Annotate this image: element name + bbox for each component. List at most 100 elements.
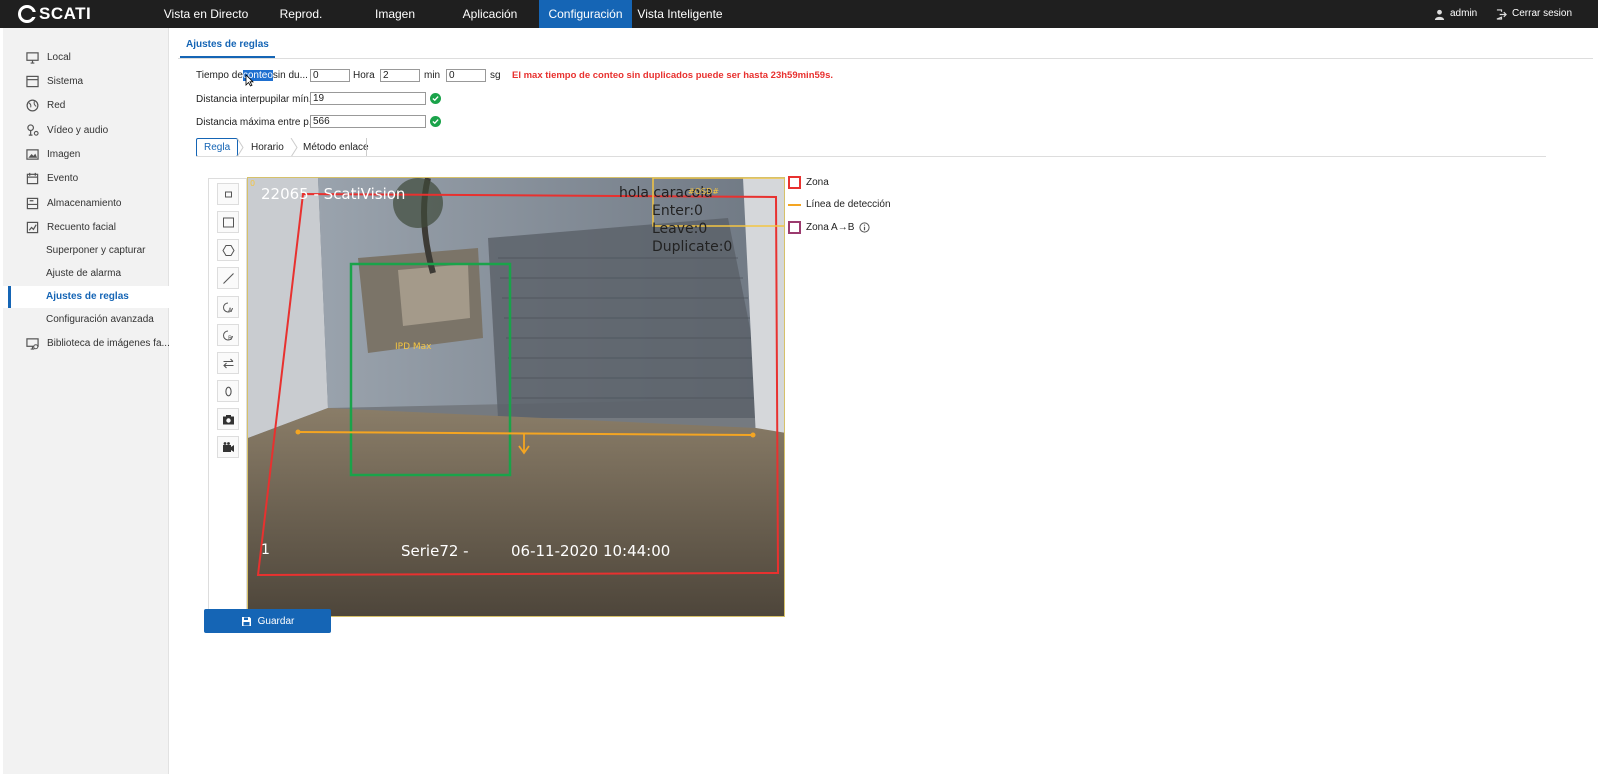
sidebar: Local Sistema Red Vídeo y audio Imagen E… [3,28,170,774]
legend-zona-ab-label: Zona A→B [806,222,855,233]
sidebar-subitem-label: Ajustes de reglas [46,291,129,302]
tool-small-rect[interactable] [217,183,239,205]
sidebar-item-video-audio[interactable]: Vídeo y audio [3,119,169,141]
sidebar-item-red[interactable]: Red [3,94,169,116]
tool-rect[interactable] [217,211,239,233]
subtab-chevron-icon [290,138,298,157]
hours-input[interactable] [310,69,350,82]
zone-ab-swatch-icon [788,221,801,234]
max-distance-valid-icon [430,116,441,127]
ipd-label: Distancia interpupilar mín... [196,92,317,106]
osd-series: Serie72 - [401,542,469,560]
sidebar-item-biblioteca[interactable]: Biblioteca de imágenes fa... [3,332,170,354]
osd-datetime: 06-11-2020 10:44:00 [511,542,671,560]
user-menu[interactable]: admin [1434,0,1477,28]
rect-icon [222,217,234,227]
user-icon [1434,9,1445,20]
ipd-valid-icon [430,93,441,104]
sidebar-item-imagen[interactable]: Imagen [3,143,169,165]
subtab-divider [196,156,1546,157]
sidebar-subitem-ajustes-reglas[interactable]: Ajustes de reglas [3,286,169,308]
top-navigation-bar: SCATI Vista en Directo Reprod. Imagen Ap… [0,0,1598,28]
count-time-label-pre: Tiempo de [196,69,243,81]
info-icon[interactable] [859,222,870,233]
sidebar-item-almacenamiento[interactable]: Almacenamiento [3,192,169,214]
nav-vista-en-directo[interactable]: Vista en Directo [156,0,256,28]
nav-imagen[interactable]: Imagen [360,0,430,28]
storage-icon [25,196,39,210]
system-icon [25,74,39,88]
ipd-input[interactable] [310,92,426,105]
tool-camera[interactable] [217,408,239,430]
sidebar-item-label: Evento [47,172,79,184]
svg-text:B: B [228,335,232,342]
zone-b-icon: B [222,330,233,342]
osd-ipd-max: IPD Max [395,342,432,352]
osd-duplicate: Duplicate:0 [652,239,733,255]
username: admin [1450,8,1478,19]
nav-configuracion[interactable]: Configuración [539,0,632,28]
subtab-regla[interactable]: Regla [196,138,239,157]
sidebar-subitem-label: Superponer y capturar [46,245,146,256]
sidebar-subitem-superponer[interactable]: Superponer y capturar [3,240,169,262]
chart-icon [25,220,39,234]
zero-icon [224,386,232,396]
sidebar-item-recuento-facial[interactable]: Recuento facial [3,216,169,238]
seconds-input[interactable] [446,69,486,82]
minutes-unit: min [424,70,441,81]
legend-linea-deteccion: Línea de detección [788,199,891,210]
nav-vista-inteligente[interactable]: Vista Inteligente [634,0,726,28]
tool-zone-a[interactable]: A [217,296,239,318]
osd-small-label: #OSD# [688,187,719,196]
sidebar-item-label: Almacenamiento [47,197,122,209]
video-preview[interactable]: 22065 - ScatiVision 0 hola caracola #OSD… [247,177,785,617]
tool-zero[interactable] [217,380,239,402]
sidebar-item-sistema[interactable]: Sistema [3,70,169,92]
page-tab-ajustes-reglas[interactable]: Ajustes de reglas [180,34,275,58]
legend-zona: Zona [788,176,829,189]
minutes-input[interactable] [380,69,420,82]
zone-a-icon: A [222,302,233,314]
swap-icon [222,358,233,368]
count-time-warning: El max tiempo de conteo sin duplicados p… [512,70,833,81]
tool-line[interactable] [217,267,239,289]
nav-aplicacion[interactable]: Aplicación [452,0,528,28]
legend-linea-label: Línea de detección [806,199,891,210]
tool-swap[interactable] [217,352,239,374]
max-distance-input[interactable] [310,115,426,128]
tool-polygon[interactable] [217,239,239,261]
nav-reprod[interactable]: Reprod. [268,0,334,28]
logout-link[interactable]: Cerrar sesion [1496,0,1572,28]
subtab-chevron-icon [236,138,244,157]
osd-enter: Enter:0 [652,203,703,219]
subtab-separator [366,138,367,157]
library-icon [25,336,39,350]
save-button[interactable]: Guardar [204,609,331,633]
tool-video-camera[interactable] [217,436,239,458]
sidebar-subitem-config-avanzada[interactable]: Configuración avanzada [3,309,169,331]
legend-zona-ab: Zona A→B [788,221,870,234]
sidebar-item-evento[interactable]: Evento [3,167,169,189]
osd-corner: 0 [250,179,256,188]
image-icon [25,147,39,161]
seconds-unit: sg [490,70,501,81]
tool-zone-b[interactable]: B [217,324,239,346]
osd-leave: Leave:0 [652,221,708,237]
hours-unit: Hora [353,70,375,81]
video-camera-icon [222,441,234,452]
line-icon [222,272,234,284]
save-icon [241,616,251,626]
sidebar-subitem-ajuste-alarma[interactable]: Ajuste de alarma [3,263,169,285]
sidebar-item-label: Imagen [47,148,81,160]
sidebar-item-local[interactable]: Local [3,46,169,68]
save-label: Guardar [257,615,295,627]
zone-swatch-icon [788,176,801,189]
max-distance-label: Distancia máxima entre p... [196,115,317,129]
scati-logo: SCATI [18,3,91,25]
sidebar-subitem-label: Configuración avanzada [46,314,154,325]
legend-zona-label: Zona [806,177,829,188]
sidebar-subitem-label: Ajuste de alarma [46,268,122,279]
mouse-cursor-icon [245,74,254,87]
logout-icon [1496,8,1507,20]
logo-mark-icon [18,5,37,23]
